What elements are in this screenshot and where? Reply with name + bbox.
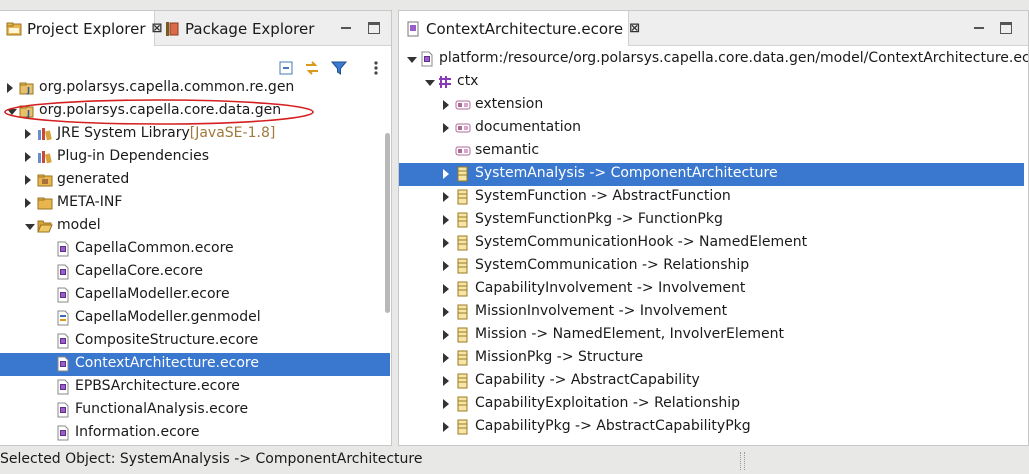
eclass-icon [455,166,471,182]
tree-item[interactable]: SystemFunction -> AbstractFunction [399,186,1024,209]
tree-item[interactable]: Mission -> NamedElement, InvolverElement [399,324,1024,347]
tree-item-label: SystemCommunication -> Relationship [475,257,750,273]
tree-item-label: CapabilityPkg -> AbstractCapabilityPkg [475,418,751,434]
eclass-icon [455,281,471,297]
eannotation-icon [455,120,471,136]
ecore-editor-pane: ContextArchitecture.ecore ⊠ platform:/re… [398,10,1029,446]
eclass-icon [455,419,471,435]
eclass-icon [455,304,471,320]
eclass-icon [455,189,471,205]
tree-item[interactable]: SystemAnalysis -> ComponentArchitecture [399,163,1024,186]
chevron-right-icon[interactable] [443,422,449,432]
tree-item[interactable]: SystemFunctionPkg -> FunctionPkg [399,209,1024,232]
tree-item-label: documentation [475,119,582,135]
tree-item[interactable]: MissionPkg -> Structure [399,347,1024,370]
tree-item-label: SystemAnalysis -> ComponentArchitecture [475,165,778,181]
tree-item[interactable]: MissionInvolvement -> Involvement [399,301,1024,324]
eannotation-icon [455,143,471,159]
chevron-down-icon[interactable] [407,57,417,63]
chevron-right-icon[interactable] [443,123,449,133]
eclass-icon [455,258,471,274]
ecore-resource-icon [419,51,435,67]
chevron-right-icon[interactable] [443,307,449,317]
tree-item-label: SystemFunctionPkg -> FunctionPkg [475,211,723,227]
chevron-right-icon[interactable] [443,215,449,225]
eclass-icon [455,373,471,389]
tree-item-label: CapabilityInvolvement -> Involvement [475,280,746,296]
left-scrollbar[interactable] [385,133,390,313]
tree-item[interactable]: CapabilityInvolvement -> Involvement [399,278,1024,301]
tree-item-label: MissionPkg -> Structure [475,349,644,365]
chevron-right-icon[interactable] [443,353,449,363]
chevron-down-icon[interactable] [425,80,435,86]
tree-item[interactable]: SystemCommunicationHook -> NamedElement [399,232,1024,255]
tree-item-label: extension [475,96,544,112]
eannotation-icon [455,97,471,113]
tree-item[interactable]: extension [399,94,1024,117]
tree-item[interactable]: ctx [399,71,1024,94]
chevron-right-icon[interactable] [443,261,449,271]
eclass-icon [455,235,471,251]
epackage-icon [437,74,453,90]
tree-item[interactable]: platform:/resource/org.polarsys.capella.… [399,48,1028,71]
tree-item[interactable]: documentation [399,117,1024,140]
chevron-right-icon[interactable] [443,330,449,340]
chevron-right-icon[interactable] [443,399,449,409]
chevron-right-icon[interactable] [443,284,449,294]
tree-item[interactable]: CapabilityExploitation -> Relationship [399,393,1024,416]
tree-item-label: Capability -> AbstractCapability [475,372,700,388]
eclass-icon [455,212,471,228]
status-bar: Selected Object: SystemAnalysis -> Compo… [0,446,1029,474]
eclass-icon [455,396,471,412]
tree-item[interactable]: CapabilityPkg -> AbstractCapabilityPkg [399,416,1024,439]
chevron-right-icon[interactable] [443,238,449,248]
chevron-right-icon[interactable] [443,192,449,202]
ecore-tree: platform:/resource/org.polarsys.capella.… [399,11,1028,445]
status-separator [740,452,741,470]
tree-item-label: MissionInvolvement -> Involvement [475,303,728,319]
tree-item[interactable]: semantic [399,140,1024,163]
status-separator [744,452,745,470]
tree-item-label: SystemCommunicationHook -> NamedElement [475,234,808,250]
tree-item-label: SystemFunction -> AbstractFunction [475,188,731,204]
tree-item-label: ctx [457,73,479,89]
status-text: Selected Object: SystemAnalysis -> Compo… [0,451,423,467]
project-explorer-pane: Project Explorer ⊠ Package Explorer Jorg… [0,10,392,446]
tree-item[interactable]: SystemCommunication -> Relationship [399,255,1024,278]
tree-item-label: Mission -> NamedElement, InvolverElement [475,326,784,342]
tree-item-label: platform:/resource/org.polarsys.capella.… [439,50,1029,66]
eclass-icon [455,350,471,366]
chevron-right-icon[interactable] [443,169,449,179]
eclass-icon [455,327,471,343]
chevron-right-icon[interactable] [443,376,449,386]
tree-item-label: semantic [475,142,540,158]
tree-item[interactable]: Capability -> AbstractCapability [399,370,1024,393]
tree-item-label: CapabilityExploitation -> Relationship [475,395,741,411]
highlight-ellipse [4,99,314,125]
chevron-right-icon[interactable] [443,100,449,110]
